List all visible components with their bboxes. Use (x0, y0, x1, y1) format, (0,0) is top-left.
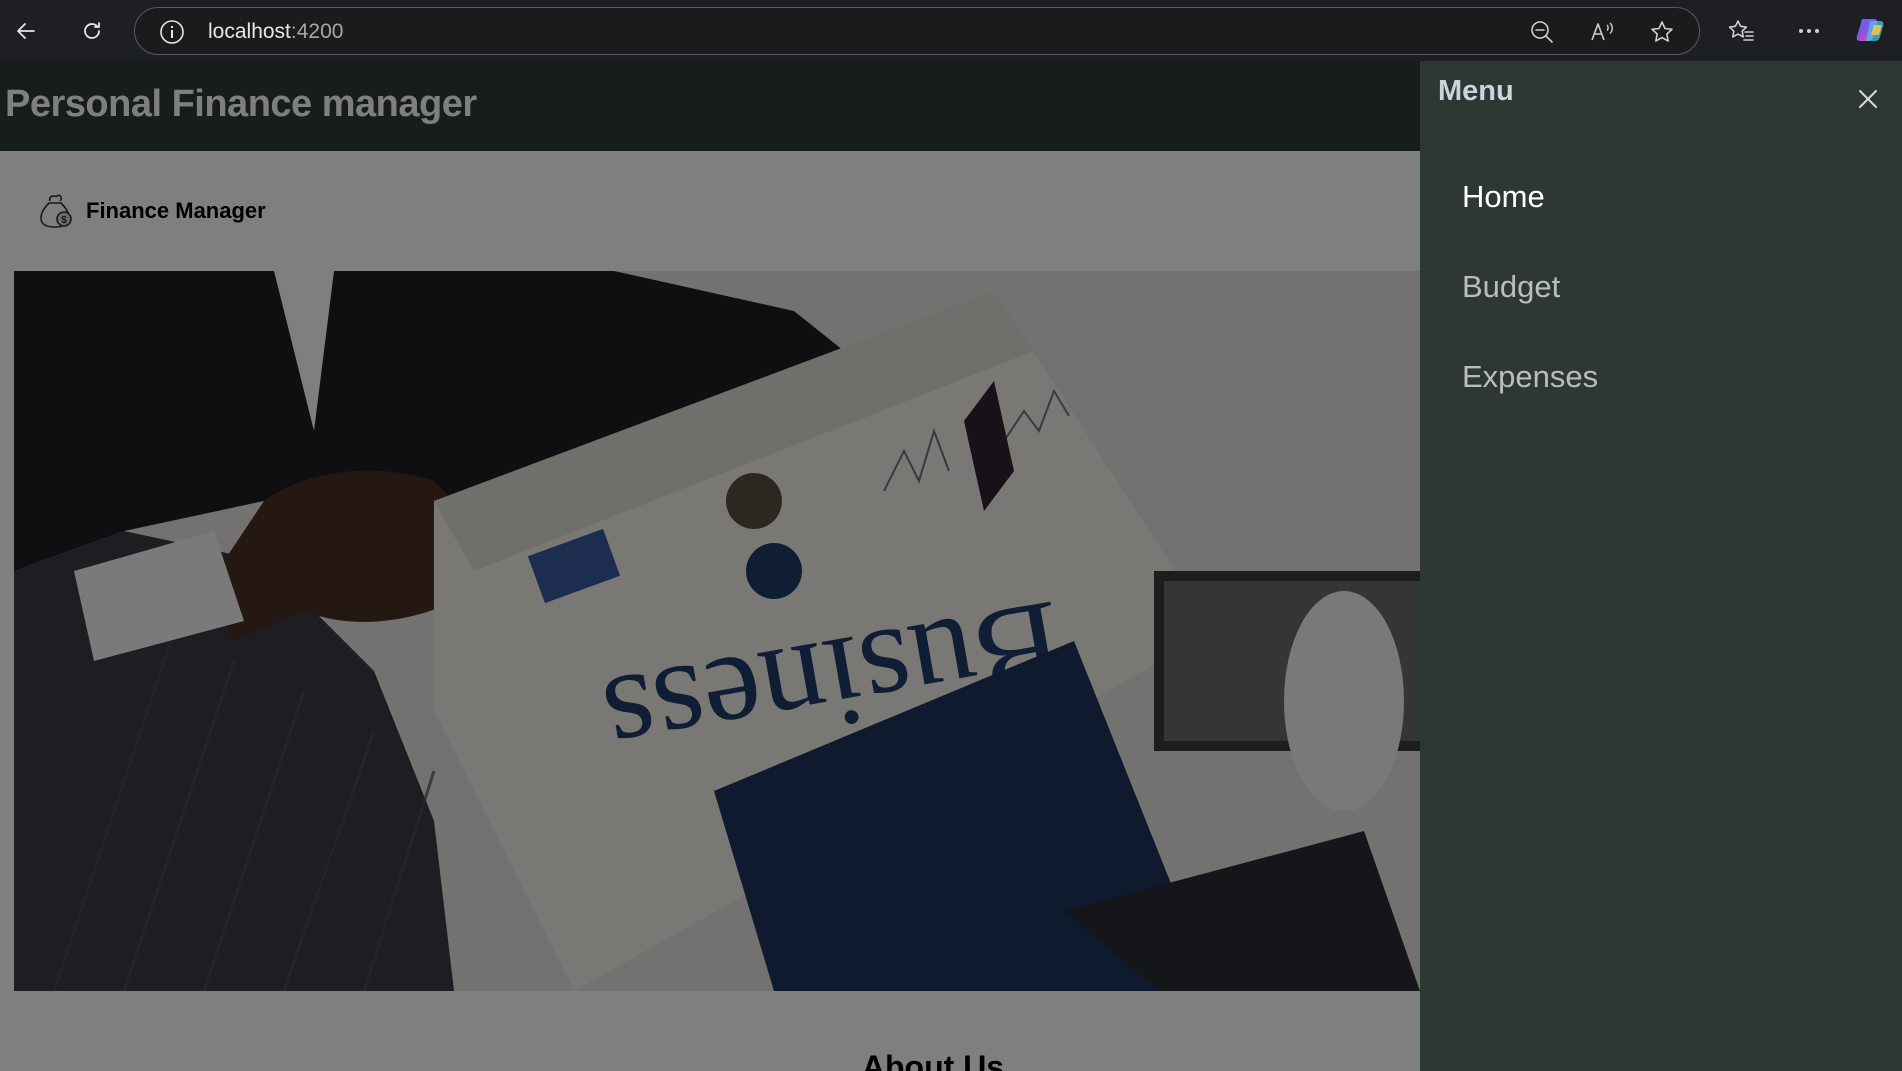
menu-title: Menu (1438, 75, 1514, 107)
backdrop-overlay[interactable] (0, 61, 1420, 1071)
url-port: :4200 (290, 20, 344, 43)
info-icon[interactable] (159, 19, 185, 45)
back-button[interactable] (6, 11, 46, 51)
zoom-out-icon[interactable] (1529, 19, 1555, 45)
menu-item-home[interactable]: Home (1462, 179, 1545, 215)
close-icon[interactable] (1856, 87, 1880, 111)
copilot-icon[interactable] (1854, 13, 1888, 47)
url-host: localhost (208, 20, 291, 43)
address-bar[interactable]: localhost:4200 (134, 7, 1700, 55)
favorites-list-icon[interactable] (1727, 17, 1755, 45)
menu-item-expenses[interactable]: Expenses (1462, 359, 1598, 395)
side-menu: Menu Home Budget Expenses (1420, 61, 1902, 1071)
browser-toolbar: localhost:4200 (0, 0, 1902, 61)
page-viewport: Personal Finance manager $ Finance Manag… (0, 61, 1902, 1071)
favorite-star-icon[interactable] (1649, 19, 1675, 45)
url-text: localhost:4200 (208, 20, 343, 44)
more-icon[interactable] (1795, 17, 1823, 45)
menu-item-budget[interactable]: Budget (1462, 269, 1560, 305)
back-icon (17, 23, 35, 39)
refresh-icon (84, 22, 100, 39)
refresh-button[interactable] (72, 11, 112, 51)
read-aloud-icon[interactable] (1589, 19, 1615, 45)
